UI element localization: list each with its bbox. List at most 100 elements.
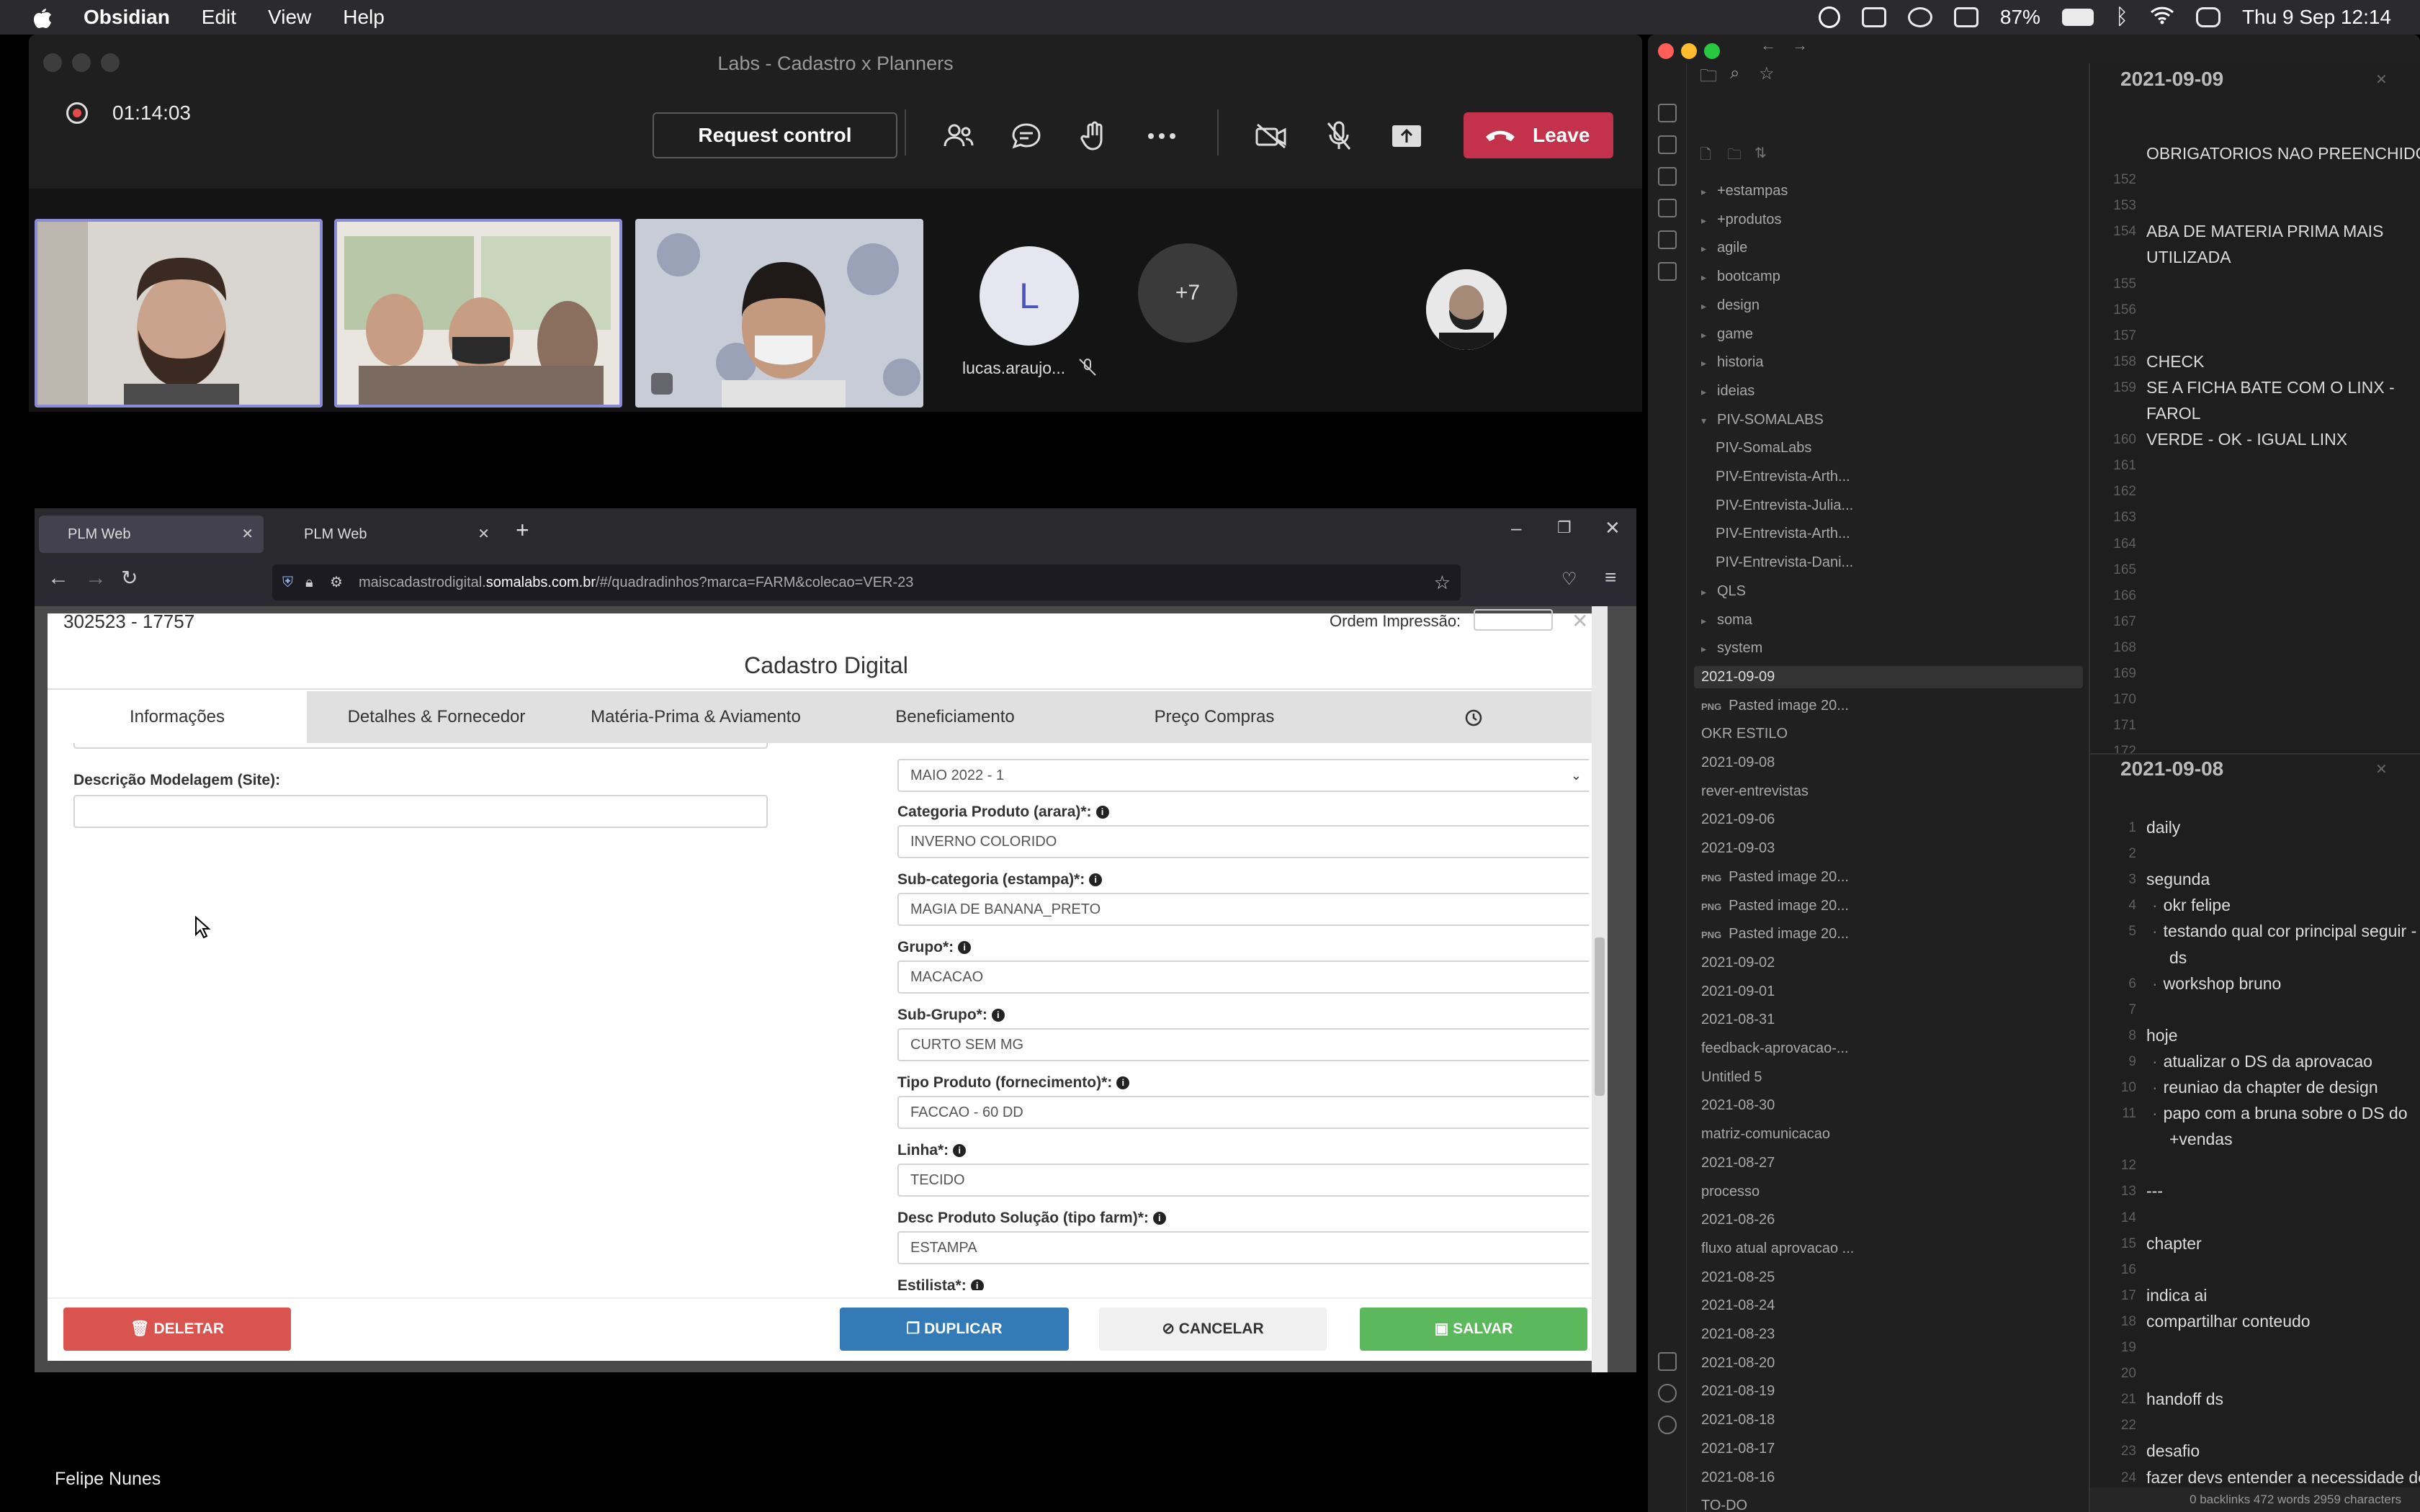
field-input[interactable]: MAGIA DE BANANA_PRETO <box>897 893 1589 926</box>
participant-video-tile[interactable] <box>334 219 622 408</box>
info-icon[interactable]: i <box>1095 806 1109 819</box>
window-tray-icon[interactable] <box>1861 7 1886 27</box>
file-item[interactable]: PIV-Entrevista-Dani... <box>1708 552 2097 574</box>
file-item[interactable]: PNG Pasted image 20... <box>1694 895 2083 917</box>
tab-preco-compras[interactable]: Preço Compras <box>1085 691 1344 743</box>
close-window-button[interactable] <box>1658 43 1674 59</box>
restore-icon[interactable]: ❐ <box>1557 518 1572 537</box>
editor-line[interactable]: · workshop bruno <box>2152 974 2281 994</box>
file-item[interactable]: processo <box>1694 1181 2083 1203</box>
more-options-icon[interactable] <box>1144 118 1180 154</box>
editor-line[interactable]: --- <box>2146 1182 2163 1201</box>
file-item[interactable]: 2021-08-24 <box>1694 1295 2083 1317</box>
settings-icon[interactable] <box>1658 1416 1677 1434</box>
folder-item[interactable]: ▾ PIV-SOMALABS <box>1694 409 2083 431</box>
pocket-icon[interactable]: ♡ <box>1561 569 1577 590</box>
info-icon[interactable]: i <box>1152 1212 1166 1225</box>
info-icon[interactable]: i <box>991 1009 1005 1022</box>
calendar-icon[interactable] <box>1658 167 1677 186</box>
lock-icon[interactable]: 🔒︎ <box>305 564 313 600</box>
close-tab-icon[interactable]: ✕ <box>241 516 254 553</box>
field-input[interactable]: INVERNO COLORIDO <box>897 825 1589 858</box>
file-item[interactable]: 2021-08-27 <box>1694 1152 2083 1174</box>
new-tab-icon[interactable]: + <box>516 517 529 544</box>
folder-item[interactable]: ▸ bootcamp <box>1694 266 2083 288</box>
tab-beneficiamento[interactable]: Beneficiamento <box>825 691 1085 743</box>
minimize-icon[interactable]: – <box>1511 517 1521 539</box>
editor-line[interactable]: indica ai <box>2146 1286 2207 1305</box>
menu-clock[interactable]: Thu 9 Sep 12:14 <box>2242 6 2391 29</box>
field-input[interactable]: ESTAMPA <box>897 1231 1589 1264</box>
file-item[interactable]: 2021-09-08 <box>1694 752 2083 774</box>
file-item[interactable]: rever-entrevistas <box>1694 780 2083 803</box>
field-input[interactable]: TECIDO <box>897 1164 1589 1197</box>
new-folder-icon[interactable]: 🗀︎ <box>1727 144 1742 168</box>
folder-item[interactable]: ▸ +estampas <box>1694 180 2083 202</box>
duplicate-button[interactable]: ❐ DUPLICAR <box>840 1308 1069 1351</box>
editor-line[interactable]: compartilhar conteudo <box>2146 1312 2311 1331</box>
new-note-icon[interactable]: 🗋︎ <box>1700 144 1711 168</box>
editor-line[interactable]: desafio <box>2146 1441 2200 1461</box>
folder-item[interactable]: ▸ system <box>1694 637 2083 660</box>
request-control-button[interactable]: Request control <box>653 112 897 158</box>
bookmark-star-icon[interactable]: ☆ <box>1434 564 1451 600</box>
graph-icon[interactable] <box>1658 135 1677 154</box>
zoom-window-button[interactable] <box>101 53 120 72</box>
previous-field-input[interactable] <box>73 743 768 749</box>
menu-help[interactable]: Help <box>343 6 385 29</box>
editor-line[interactable]: VERDE - OK - IGUAL LINX <box>2146 430 2347 449</box>
wifi-icon[interactable] <box>2150 6 2174 30</box>
file-item[interactable]: 2021-08-26 <box>1694 1209 2083 1231</box>
file-item[interactable]: PNG Pasted image 20... <box>1694 923 2083 945</box>
menu-app-name[interactable]: Obsidian <box>84 6 170 29</box>
nav-back-icon[interactable]: ← <box>1760 36 1776 55</box>
close-window-button[interactable] <box>43 53 62 72</box>
shield-icon[interactable]: ⛨ <box>282 564 293 600</box>
file-item[interactable]: 2021-08-19 <box>1694 1380 2083 1403</box>
close-tab-icon[interactable]: ✕ <box>478 516 490 553</box>
editor-line[interactable]: · testando qual cor principal seguir - <box>2152 922 2416 941</box>
info-icon[interactable]: i <box>1116 1076 1130 1090</box>
file-item[interactable]: 2021-09-06 <box>1694 809 2083 831</box>
folder-item[interactable]: ▸ game <box>1694 323 2083 346</box>
editor-line[interactable]: · reuniao da chapter de design <box>2152 1078 2378 1097</box>
ordem-input[interactable] <box>1474 609 1553 631</box>
save-button[interactable]: ▣ SALVAR <box>1360 1308 1587 1351</box>
editor-line[interactable]: OBRIGATORIOS NAO PREENCHIDOS <box>2146 144 2420 163</box>
file-item[interactable]: PIV-SomaLabs <box>1708 437 2097 459</box>
forward-icon[interactable]: → <box>85 566 107 590</box>
minimize-window-button[interactable] <box>72 53 91 72</box>
file-item[interactable]: 2021-08-16 <box>1694 1467 2083 1489</box>
templates-icon[interactable] <box>1658 230 1677 249</box>
participant-photo-avatar[interactable] <box>1426 269 1507 350</box>
editor-line[interactable]: ABA DE MATERIA PRIMA MAIS <box>2146 222 2383 241</box>
folder-item[interactable]: ▸ soma <box>1694 609 2083 631</box>
back-icon[interactable]: ← <box>48 566 69 590</box>
bluetooth-icon[interactable]: ᛒ <box>2115 5 2128 30</box>
file-item[interactable]: feedback-aprovacao-... <box>1694 1038 2083 1060</box>
editor-line[interactable]: segunda <box>2146 870 2210 889</box>
raise-hand-icon[interactable] <box>1076 118 1112 154</box>
chat-icon[interactable] <box>1008 118 1044 154</box>
colecao-select[interactable]: MAIO 2022 - 1 ⌄ <box>897 759 1589 792</box>
file-item[interactable]: fluxo atual aprovacao ... <box>1694 1238 2083 1260</box>
participant-video-tile[interactable] <box>635 219 923 408</box>
file-item[interactable]: PIV-Entrevista-Arth... <box>1708 523 2097 545</box>
pane-close-icon[interactable]: ✕ <box>2375 760 2388 778</box>
editor-line[interactable]: UTILIZADA <box>2146 248 2231 267</box>
file-item[interactable]: 2021-08-17 <box>1694 1438 2083 1460</box>
file-item[interactable]: OKR ESTILO <box>1694 723 2083 745</box>
scrollbar-thumb[interactable] <box>1595 937 1605 1096</box>
file-item[interactable]: 2021-08-25 <box>1694 1266 2083 1289</box>
editor-line[interactable]: +vendas <box>2169 1130 2233 1149</box>
more-participants-badge[interactable]: +7 <box>1138 243 1237 343</box>
editor-line[interactable]: handoff ds <box>2146 1390 2223 1409</box>
editor-line[interactable]: · okr felipe <box>2152 896 2231 915</box>
apple-icon[interactable] <box>29 4 55 30</box>
editor-line[interactable]: SE A FICHA BATE COM O LINX - <box>2146 378 2395 397</box>
info-icon[interactable]: i <box>1089 873 1103 887</box>
file-item[interactable]: 2021-08-23 <box>1694 1323 2083 1346</box>
close-icon[interactable]: ✕ <box>1605 517 1621 539</box>
leave-call-button[interactable]: Leave <box>1464 112 1613 158</box>
descricao-modelagem-input[interactable] <box>73 795 768 828</box>
